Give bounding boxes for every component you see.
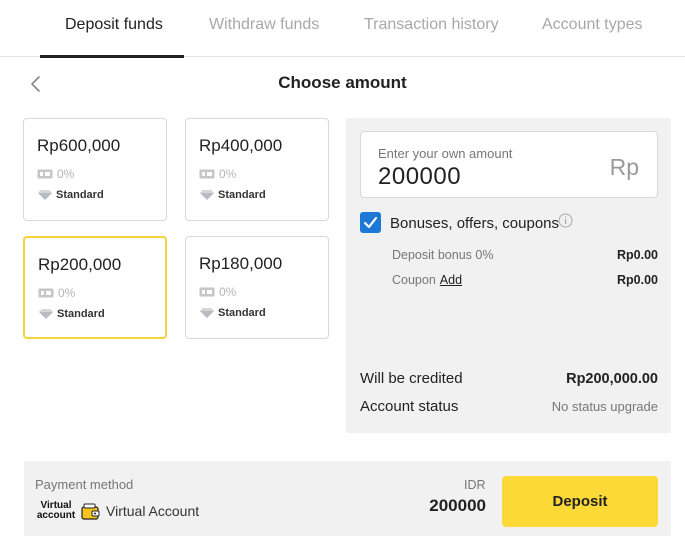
currency-symbol: Rp xyxy=(609,154,639,180)
checkmark-icon xyxy=(363,216,378,229)
amount-summary-panel: Enter your own amount 200000 Rp Bonuses,… xyxy=(346,118,671,433)
card-bonus-percent: 0% xyxy=(219,167,237,181)
page-title: Choose amount xyxy=(278,73,407,92)
account-status-label: Account status xyxy=(360,398,459,415)
coupon-row: Coupon Add xyxy=(392,273,462,287)
card-bonus: 0% xyxy=(38,286,75,300)
footer-amount: 200000 xyxy=(429,496,486,515)
tab-deposit-funds[interactable]: Deposit funds xyxy=(65,16,163,34)
card-bonus-percent: 0% xyxy=(219,285,237,299)
deposit-button[interactable]: Deposit xyxy=(502,476,658,527)
deposit-bonus-label: Deposit bonus 0% xyxy=(392,248,494,262)
logo-line-2: account xyxy=(36,510,76,521)
active-tab-indicator xyxy=(40,55,184,58)
ticket-icon xyxy=(37,169,53,179)
diamond-icon xyxy=(39,309,53,319)
card-type-label: Standard xyxy=(218,189,266,201)
card-account-type: Standard xyxy=(200,307,266,319)
diamond-icon xyxy=(200,190,214,200)
diamond-icon xyxy=(38,190,52,200)
diamond-icon xyxy=(200,308,214,318)
custom-amount-field[interactable]: Enter your own amount 200000 Rp xyxy=(360,131,658,198)
amount-card-400000[interactable]: Rp400,000 0% Standard xyxy=(185,118,329,221)
custom-amount-label: Enter your own amount xyxy=(378,146,513,161)
account-status-value: No status upgrade xyxy=(551,399,658,414)
card-type-label: Standard xyxy=(218,307,266,319)
card-bonus: 0% xyxy=(199,167,236,181)
card-amount: Rp200,000 xyxy=(38,255,122,274)
custom-amount-input[interactable]: 200000 xyxy=(378,163,461,191)
footer-currency-label: IDR xyxy=(464,478,486,492)
will-be-credited-label: Will be credited xyxy=(360,370,463,387)
tab-account-types[interactable]: Account types xyxy=(542,16,643,34)
card-amount: Rp600,000 xyxy=(37,136,121,155)
tab-bar: Deposit funds Withdraw funds Transaction… xyxy=(0,0,685,58)
payment-method-name[interactable]: Virtual Account xyxy=(106,503,199,519)
card-account-type: Standard xyxy=(38,189,104,201)
ticket-icon xyxy=(38,288,54,298)
card-type-label: Standard xyxy=(56,189,104,201)
amount-card-180000[interactable]: Rp180,000 0% Standard xyxy=(185,236,329,339)
amount-card-600000[interactable]: Rp600,000 0% Standard xyxy=(23,118,167,221)
card-account-type: Standard xyxy=(39,308,105,320)
wallet-icon xyxy=(80,501,102,523)
card-amount: Rp180,000 xyxy=(199,254,283,273)
tab-transaction-history[interactable]: Transaction history xyxy=(364,16,499,34)
coupon-label: Coupon xyxy=(392,273,436,287)
info-icon[interactable] xyxy=(558,213,573,228)
will-be-credited-value: Rp200,000.00 xyxy=(566,371,658,387)
card-type-label: Standard xyxy=(57,308,105,320)
card-account-type: Standard xyxy=(200,189,266,201)
card-bonus-percent: 0% xyxy=(58,286,76,300)
payment-footer: Payment method Virtual account Virtual A… xyxy=(24,461,671,536)
amount-card-200000[interactable]: Rp200,000 0% Standard xyxy=(23,236,167,339)
deposit-bonus-value: Rp0.00 xyxy=(617,248,658,262)
card-bonus-percent: 0% xyxy=(57,167,75,181)
coupon-value: Rp0.00 xyxy=(617,273,658,287)
ticket-icon xyxy=(199,287,215,297)
card-bonus: 0% xyxy=(37,167,74,181)
card-bonus: 0% xyxy=(199,285,236,299)
bonuses-label[interactable]: Bonuses, offers, coupons xyxy=(390,215,559,232)
bonuses-checkbox[interactable] xyxy=(360,212,381,233)
tab-withdraw-funds[interactable]: Withdraw funds xyxy=(209,16,319,34)
virtual-account-logo: Virtual account xyxy=(35,501,77,521)
add-coupon-link[interactable]: Add xyxy=(440,273,462,287)
payment-method-label: Payment method xyxy=(35,477,134,492)
card-amount: Rp400,000 xyxy=(199,136,283,155)
ticket-icon xyxy=(199,169,215,179)
